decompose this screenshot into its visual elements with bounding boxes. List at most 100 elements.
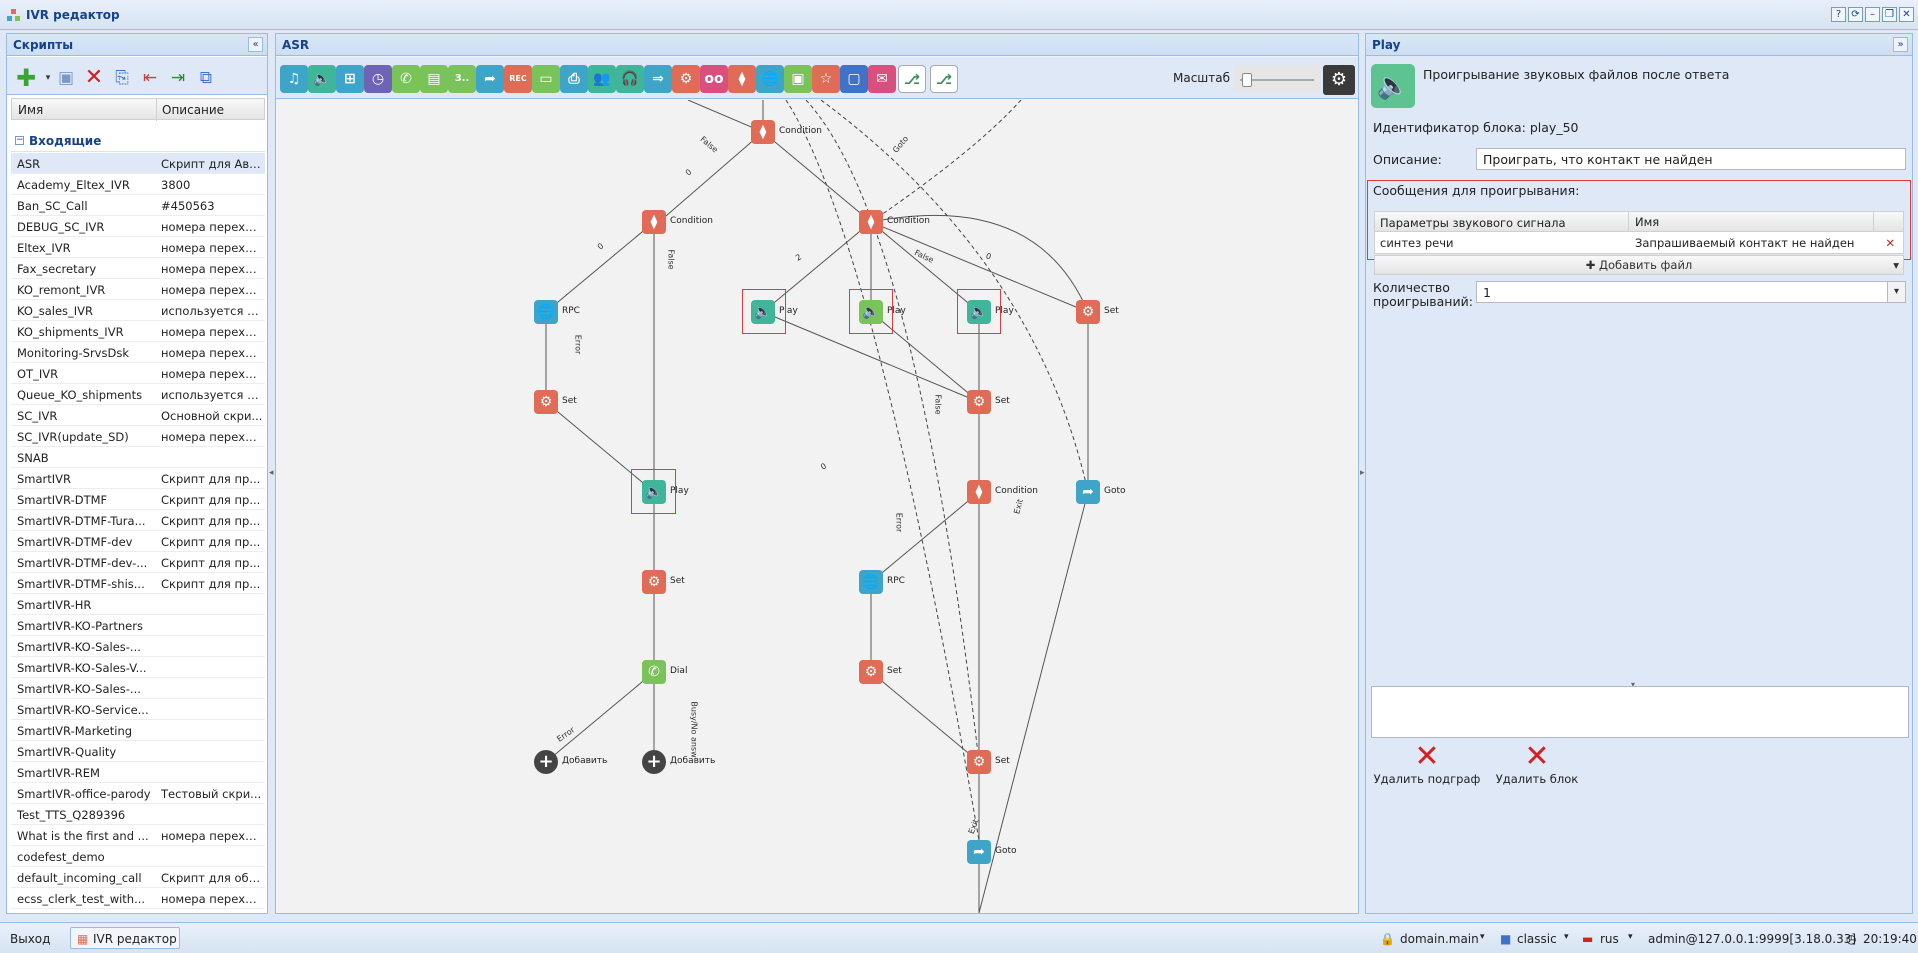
graph-node[interactable]: ⚙ <box>859 660 883 684</box>
script-row[interactable]: ASR Скрипт для Авт... <box>11 153 265 174</box>
script-row[interactable]: Test_TTS_Q289396 <box>11 804 265 825</box>
script-row[interactable]: Academy_Eltex_IVR 3800 <box>11 174 265 195</box>
script-row[interactable]: SC_IVR(update_SD) номера перехо... <box>11 426 265 447</box>
script-row[interactable]: default_incoming_call Скрипт для обр... <box>11 867 265 888</box>
script-row[interactable]: ecss_clerk_test_with... номера перехо... <box>11 888 265 909</box>
graph-node[interactable]: ⧫ <box>859 210 883 234</box>
slider-knob[interactable] <box>1242 73 1252 87</box>
description-field[interactable]: Проиграть, что контакт не найден <box>1476 148 1906 170</box>
column-description[interactable]: Описание <box>162 103 224 117</box>
toolbar-block-button[interactable]: ⚙ <box>672 65 700 93</box>
script-row[interactable]: KO_remont_IVR номера перехо... <box>11 279 265 300</box>
graph-node[interactable]: ⚙ <box>967 750 991 774</box>
graph-node[interactable]: ⧫ <box>751 120 775 144</box>
count-dropdown-icon[interactable]: ▾ <box>1887 282 1905 302</box>
toolbar-block-button[interactable]: ▢ <box>840 65 868 93</box>
graph-node[interactable]: + <box>642 750 666 774</box>
close-button[interactable]: ✕ <box>1899 7 1914 22</box>
script-row[interactable]: SmartIVR-KO-Sales-... <box>11 636 265 657</box>
graph-node[interactable]: ⚙ <box>642 570 666 594</box>
copy-icon[interactable]: ⧉ <box>195 67 217 89</box>
script-row[interactable]: DEBUG_SC_IVR номера перехо... <box>11 216 265 237</box>
add-file-button[interactable]: ✚ Добавить файл ▾ <box>1374 255 1904 275</box>
graph-node[interactable]: ➦ <box>1076 480 1100 504</box>
graph-node[interactable]: ⚙ <box>534 390 558 414</box>
toolbar-block-button[interactable]: 🔈 <box>308 65 336 93</box>
script-row[interactable]: KO_shipments_IVR номера перехо... <box>11 321 265 342</box>
graph-node[interactable]: ⚙ <box>967 390 991 414</box>
exit-button[interactable]: Выход <box>10 932 50 946</box>
delete-block-button[interactable]: ✕ Удалить блок <box>1482 742 1592 787</box>
toolbar-block-button[interactable]: ▣ <box>784 65 812 93</box>
toolbar-block-button[interactable]: ➦ <box>476 65 504 93</box>
help-button[interactable]: ? <box>1831 7 1846 22</box>
script-row[interactable]: Queue_KO_shipments используется п... <box>11 384 265 405</box>
script-row[interactable]: SmartIVR-office-parody Тестовый скри... <box>11 783 265 804</box>
script-row[interactable]: Ban_SC_Call #450563 <box>11 195 265 216</box>
script-row[interactable]: SmartIVR-KO-Sales-V... <box>11 657 265 678</box>
collapse-left-button[interactable]: « <box>248 37 263 52</box>
toolbar-block-button[interactable]: ☆ <box>812 65 840 93</box>
toolbar-block-button[interactable]: ⎙ <box>560 65 588 93</box>
chevron-down-icon[interactable]: ▾ <box>1628 932 1633 942</box>
notes-area[interactable] <box>1371 686 1909 738</box>
rename-icon[interactable]: ⎘ <box>111 67 133 89</box>
script-row[interactable]: SmartIVR-DTMF-shis... Скрипт для пр... <box>11 573 265 594</box>
script-row[interactable]: SmartIVR-DTMF-dev-... Скрипт для пр... <box>11 552 265 573</box>
script-row[interactable]: SmartIVR-KO-Service... <box>11 699 265 720</box>
toolbar-block-button[interactable]: ▤ <box>420 65 448 93</box>
export-icon[interactable]: ⇤ <box>139 67 161 89</box>
auto-layout-icon[interactable]: ⎇ <box>930 65 958 93</box>
toolbar-block-button[interactable]: ⧫ <box>728 65 756 93</box>
toolbar-block-button[interactable]: 3.. <box>448 65 476 93</box>
column-file-name[interactable]: Имя <box>1628 212 1659 232</box>
graph-node[interactable]: ⧫ <box>642 210 666 234</box>
graph-node[interactable]: 🌐 <box>859 570 883 594</box>
subgraph-lock-icon[interactable]: ⎇ <box>898 65 926 93</box>
column-params[interactable]: Параметры звукового сигнала <box>1380 216 1566 230</box>
script-row[interactable]: SmartIVR-REM <box>11 762 265 783</box>
toolbar-block-button[interactable]: 🌐 <box>756 65 784 93</box>
graph-node[interactable]: 🌐 <box>534 300 558 324</box>
domain-select[interactable]: domain.main <box>1400 932 1479 946</box>
graph-node[interactable]: ✆ <box>642 660 666 684</box>
script-row[interactable]: SmartIVR-DTMF Скрипт для пр... <box>11 489 265 510</box>
delete-subgraph-button[interactable]: ✕ Удалить подграф <box>1372 742 1482 787</box>
script-row[interactable]: KO_sales_IVR используется п... <box>11 300 265 321</box>
maximize-button[interactable]: ❐ <box>1882 7 1897 22</box>
toolbar-block-button[interactable]: ✆ <box>392 65 420 93</box>
collapse-group-icon[interactable]: − <box>15 136 24 145</box>
graph-canvas[interactable]: ⧫ Condition ⧫ Condition ⧫ Condition 🌐 RPC 🔈 Play 🔈… <box>276 100 1358 913</box>
toolbar-block-button[interactable]: ✉ <box>868 65 896 93</box>
script-row[interactable]: Eltex_IVR номера перехо... <box>11 237 265 258</box>
toolbar-block-button[interactable]: ◷ <box>364 65 392 93</box>
group-incoming[interactable]: − Входящие <box>11 130 265 152</box>
toolbar-block-button[interactable]: 🎧 <box>616 65 644 93</box>
minimize-button[interactable]: – <box>1865 7 1880 22</box>
language-select[interactable]: rus <box>1600 932 1619 946</box>
chevron-down-icon[interactable]: ▾ <box>1480 932 1485 942</box>
count-field[interactable]: 1 <box>1476 281 1906 303</box>
add-icon[interactable]: ✚ <box>15 66 37 90</box>
script-row[interactable]: SC_IVR Основной скри... <box>11 405 265 426</box>
refresh-button[interactable]: ⟳ <box>1848 7 1863 22</box>
toolbar-block-button[interactable]: ▭ <box>532 65 560 93</box>
collapse-right-button[interactable]: » <box>1893 37 1908 52</box>
graph-node[interactable]: ⧫ <box>967 480 991 504</box>
script-row[interactable]: SmartIVR-HR <box>11 594 265 615</box>
messages-row[interactable]: синтез речи Запрашиваемый контакт не най… <box>1374 232 1904 254</box>
toolbar-block-button[interactable]: ♫ <box>280 65 308 93</box>
script-row[interactable]: OT_IVR номера перехо... <box>11 363 265 384</box>
toolbar-block-button[interactable]: ⇒ <box>644 65 672 93</box>
left-splitter[interactable]: ◂ <box>268 33 274 914</box>
graph-node[interactable]: ➦ <box>967 840 991 864</box>
script-row[interactable]: Fax_secretary номера перехо... <box>11 258 265 279</box>
script-row[interactable]: SmartIVR Скрипт для пр... <box>11 468 265 489</box>
task-ivr-editor[interactable]: ▦ IVR редактор <box>70 927 180 949</box>
graph-node[interactable]: ⚙ <box>1076 300 1100 324</box>
toolbar-block-button[interactable]: ⊞ <box>336 65 364 93</box>
script-row[interactable]: codefest_demo <box>11 846 265 867</box>
scale-slider[interactable] <box>1234 65 1320 93</box>
chevron-down-icon[interactable]: ▾ <box>1564 932 1569 942</box>
toolbar-block-button[interactable]: REC <box>504 65 532 93</box>
